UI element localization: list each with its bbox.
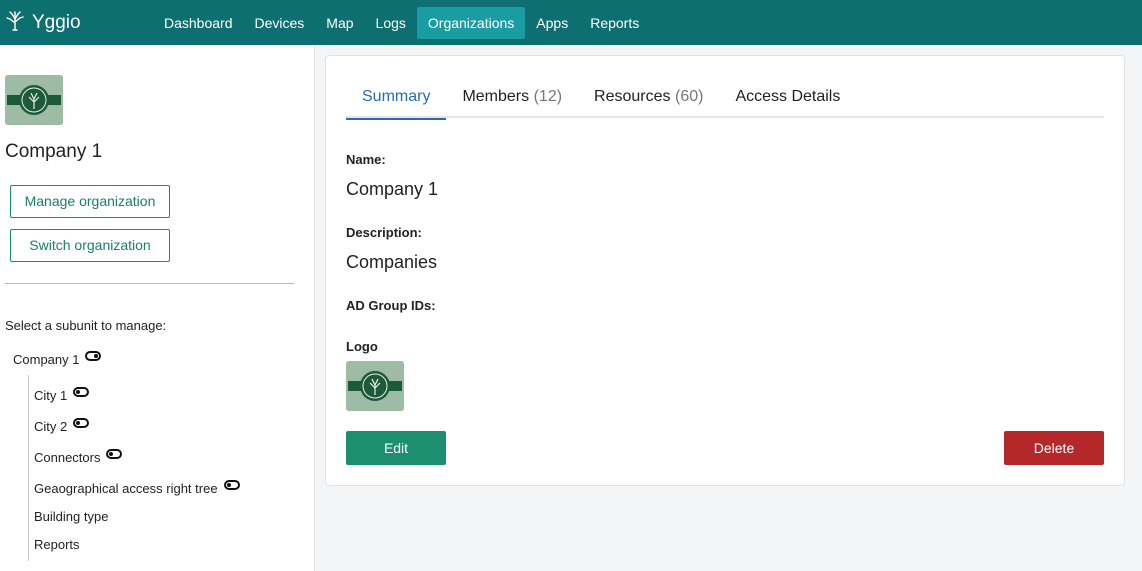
tab-label: Members xyxy=(462,88,530,105)
toggle-off-icon[interactable] xyxy=(73,417,90,428)
tree-logo-icon xyxy=(4,9,26,36)
tab-summary[interactable]: Summary xyxy=(346,76,447,120)
tree-node-label: Company 1 xyxy=(13,352,80,367)
tree-node-company-1[interactable]: Company 1 xyxy=(13,350,102,367)
tab-count: (60) xyxy=(674,88,704,105)
name-value: Company 1 xyxy=(346,179,439,199)
toggle-off-icon[interactable] xyxy=(223,479,240,490)
nav-devices[interactable]: Devices xyxy=(244,7,316,39)
description-value: Companies xyxy=(346,252,438,272)
toggle-off-icon[interactable] xyxy=(106,448,123,459)
tree-node-city-1[interactable]: City 1 xyxy=(34,386,90,403)
organization-summary-card: Summary Members (12) Resources (60) Acce… xyxy=(325,55,1125,486)
tree-node-geographical-access[interactable]: Geaographical access right tree xyxy=(34,479,240,496)
org-logo-image xyxy=(346,361,404,411)
brand[interactable]: Yggio xyxy=(4,0,81,45)
tree-connector-line xyxy=(28,375,29,561)
toggle-off-icon[interactable] xyxy=(73,386,90,397)
tree-node-label: Geaographical access right tree xyxy=(34,481,218,496)
org-title: Company 1 xyxy=(5,141,103,162)
org-logo-thumbnail xyxy=(5,75,63,125)
tree-node-connectors[interactable]: Connectors xyxy=(34,448,123,465)
tree-node-label: Reports xyxy=(34,537,80,552)
delete-button[interactable]: Delete xyxy=(1004,431,1104,465)
manage-organization-button[interactable]: Manage organization xyxy=(10,185,170,218)
nav-dashboard[interactable]: Dashboard xyxy=(153,7,244,39)
top-navbar: Yggio Dashboard Devices Map Logs Organiz… xyxy=(0,0,1142,45)
tree-node-label: City 1 xyxy=(34,388,68,403)
edit-button[interactable]: Edit xyxy=(346,431,446,465)
description-label: Description: xyxy=(346,225,422,240)
nav-reports[interactable]: Reports xyxy=(579,7,650,39)
switch-organization-button[interactable]: Switch organization xyxy=(10,229,170,262)
tab-bar: Summary Members (12) Resources (60) Acce… xyxy=(346,76,1104,120)
subunit-prompt: Select a subunit to manage: xyxy=(5,318,167,333)
ad-group-ids-label: AD Group IDs: xyxy=(346,298,436,313)
brand-name: Yggio xyxy=(32,11,81,33)
tree-node-label: City 2 xyxy=(34,419,68,434)
divider xyxy=(5,283,294,284)
tree-node-label: Connectors xyxy=(34,450,101,465)
tree-node-label: Building type xyxy=(34,509,109,524)
main-nav: Dashboard Devices Map Logs Organizations… xyxy=(153,7,650,39)
sidebar: Company 1 Manage organization Switch org… xyxy=(0,45,315,571)
toggle-on-icon[interactable] xyxy=(85,350,102,361)
nav-map[interactable]: Map xyxy=(315,7,364,39)
tab-members[interactable]: Members (12) xyxy=(446,76,578,118)
tree-node-building-type[interactable]: Building type xyxy=(34,509,108,524)
nav-organizations[interactable]: Organizations xyxy=(416,7,526,39)
tab-resources[interactable]: Resources (60) xyxy=(578,76,719,118)
tab-label: Summary xyxy=(362,88,431,105)
tab-count: (12) xyxy=(533,88,563,105)
tree-node-city-2[interactable]: City 2 xyxy=(34,417,90,434)
nav-logs[interactable]: Logs xyxy=(365,7,417,39)
name-label: Name: xyxy=(346,152,386,167)
tab-label: Resources xyxy=(594,88,671,105)
nav-apps[interactable]: Apps xyxy=(525,7,579,39)
tab-access-details[interactable]: Access Details xyxy=(719,76,856,118)
tree-node-reports[interactable]: Reports xyxy=(34,537,80,552)
logo-label: Logo xyxy=(346,339,378,354)
tab-label: Access Details xyxy=(735,88,841,105)
